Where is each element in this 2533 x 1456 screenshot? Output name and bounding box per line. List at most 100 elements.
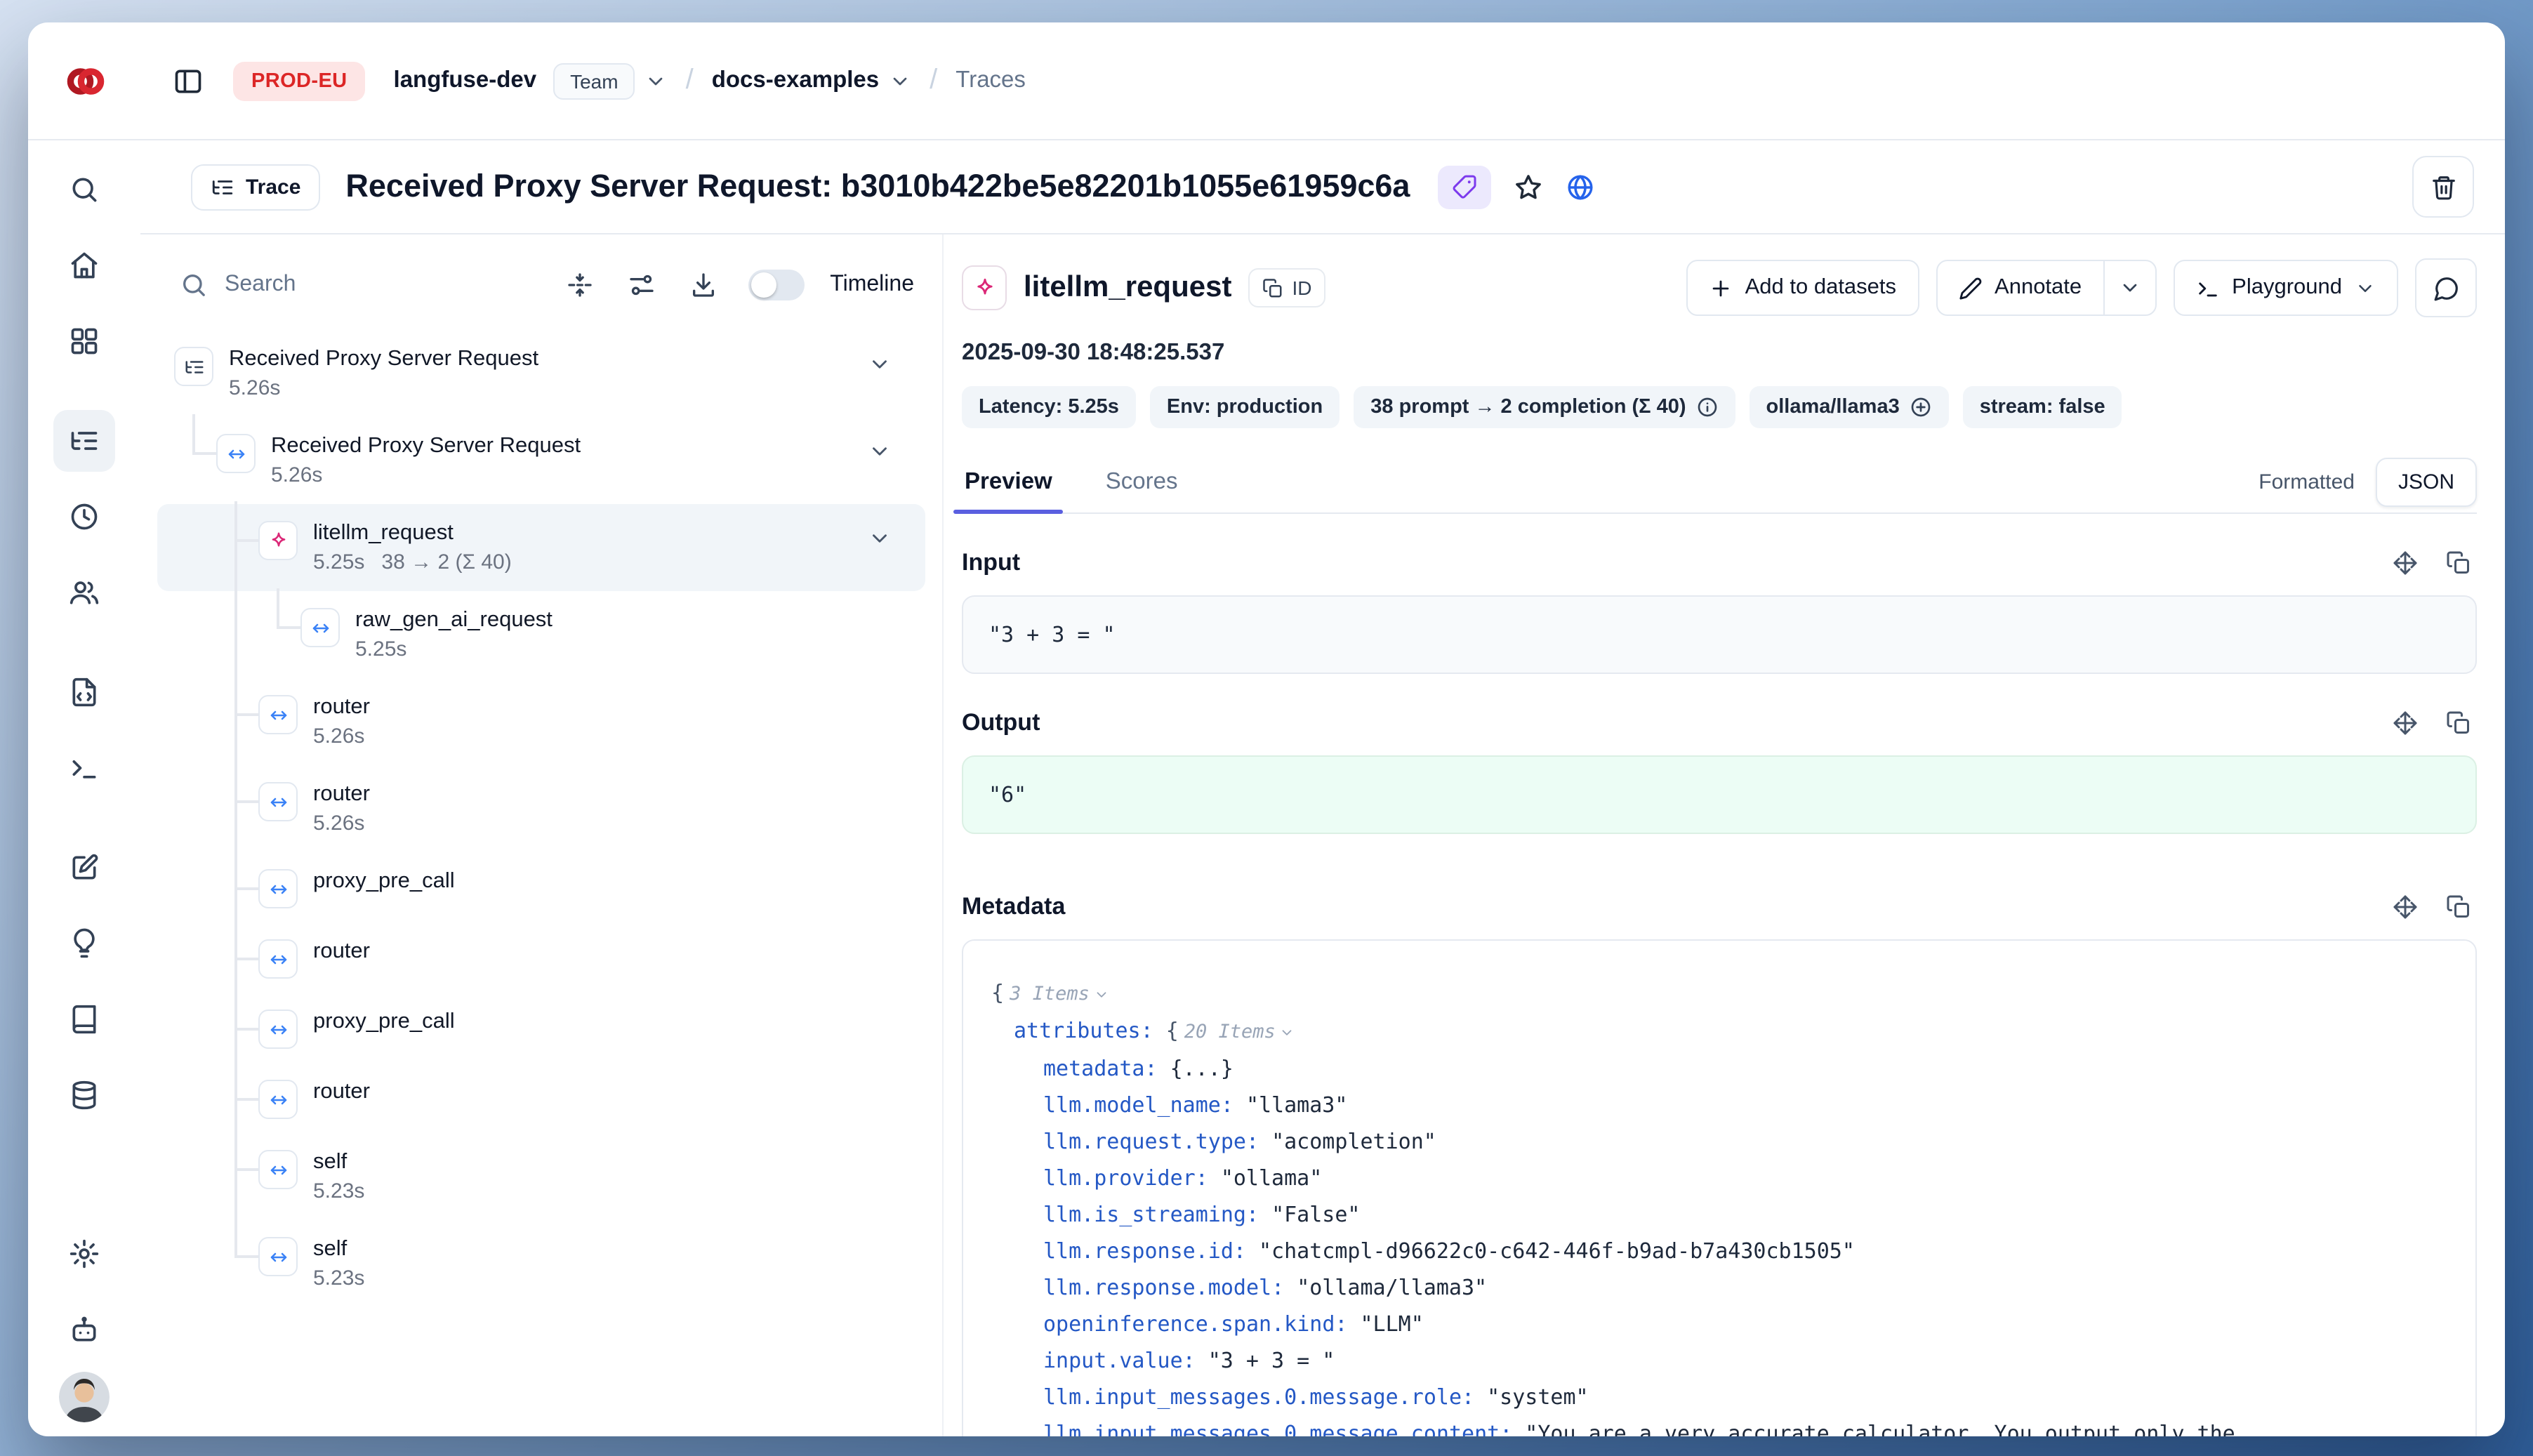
plus-circle-icon[interactable] <box>1910 396 1932 418</box>
copy-icon <box>1262 277 1283 298</box>
user-avatar[interactable] <box>59 1372 110 1422</box>
delete-trace-button[interactable] <box>2412 156 2474 218</box>
langfuse-logo[interactable] <box>65 60 107 102</box>
tree-item[interactable]: router <box>157 922 925 993</box>
tree-item[interactable]: router 5.26s <box>157 678 925 765</box>
metadata-section-title: Metadata <box>962 893 1065 921</box>
tree-item[interactable]: proxy_pre_call <box>157 993 925 1063</box>
download-button[interactable] <box>678 260 729 310</box>
collapse-all-button[interactable] <box>555 260 605 310</box>
app-window: PROD-EU langfuse-dev Team / docs-example… <box>28 22 2505 1436</box>
metadata-json-line[interactable]: llm.input_messages.0.message.role:"syste… <box>963 1379 2475 1415</box>
bookmark-button[interactable] <box>1514 172 1543 201</box>
tree-item[interactable]: self 5.23s <box>157 1133 925 1220</box>
metadata-json-line[interactable]: llm.response.model:"ollama/llama3" <box>963 1269 2475 1306</box>
tree-item[interactable]: router <box>157 1063 925 1133</box>
metadata-json-line[interactable]: llm.request.type:"acompletion" <box>963 1123 2475 1160</box>
json-toggle-button[interactable]: JSON <box>2376 457 2477 506</box>
expand-icon[interactable] <box>2393 550 2418 576</box>
nav-dashboards[interactable] <box>53 310 115 372</box>
output-content: "6" <box>962 755 2477 834</box>
chevron-down-icon <box>2118 277 2141 299</box>
tree-item-label: self <box>313 1147 364 1177</box>
database-icon <box>69 1080 100 1111</box>
tree-item-duration: 5.25s <box>355 635 406 664</box>
tree-item-selected[interactable]: litellm_request 5.25s 38 → 2 (Σ 40) <box>157 504 925 591</box>
tree-item-root[interactable]: Received Proxy Server Request 5.26s <box>157 330 925 417</box>
view-settings-button[interactable] <box>616 260 667 310</box>
observation-title: litellm_request <box>1024 271 1231 305</box>
tree-item[interactable]: router 5.26s <box>157 765 925 852</box>
metadata-json-line[interactable]: llm.provider:"ollama" <box>963 1160 2475 1196</box>
copy-icon[interactable] <box>2446 550 2471 576</box>
metadata-json-line[interactable]: {3 Items <box>963 974 2475 1012</box>
trace-title: Received Proxy Server Request: b3010b422… <box>345 168 1410 205</box>
nav-datasets[interactable] <box>53 1064 115 1126</box>
trace-type-badge: Trace <box>191 164 320 210</box>
public-share-button[interactable] <box>1566 172 1595 201</box>
org-switcher-button[interactable] <box>645 70 668 92</box>
copy-icon[interactable] <box>2446 710 2471 736</box>
span-icon <box>258 695 298 734</box>
tags-button[interactable] <box>1438 165 1491 209</box>
span-icon <box>258 782 298 821</box>
chevron-down-icon[interactable] <box>868 439 892 463</box>
tree-item[interactable]: Received Proxy Server Request 5.26s <box>157 417 925 504</box>
nav-settings[interactable] <box>53 1223 115 1285</box>
panel-left-icon <box>173 65 204 96</box>
tree-item-duration: 5.25s <box>313 548 364 577</box>
metadata-json-line[interactable]: input.value:"3 + 3 = " <box>963 1342 2475 1379</box>
metadata-json-line[interactable]: openinference.span.kind:"LLM" <box>963 1306 2475 1342</box>
tab-preview[interactable]: Preview <box>948 451 1069 512</box>
tree-item-label: proxy_pre_call <box>313 866 455 896</box>
nav-evaluation[interactable] <box>53 837 115 899</box>
nav-users[interactable] <box>53 562 115 623</box>
nav-search[interactable] <box>53 159 115 220</box>
list-tree-icon <box>69 425 100 456</box>
timeline-toggle[interactable] <box>748 270 805 300</box>
nav-insights[interactable] <box>53 913 115 974</box>
chevron-down-icon[interactable] <box>868 352 892 376</box>
section-breadcrumb[interactable]: Traces <box>955 67 1026 94</box>
project-switcher-button[interactable] <box>889 70 911 92</box>
project-breadcrumb[interactable]: docs-examples <box>712 67 879 94</box>
nav-prompts[interactable] <box>53 661 115 723</box>
metadata-json-line[interactable]: llm.input_messages.0.message.content:"Yo… <box>963 1415 2475 1436</box>
chevron-down-icon <box>645 70 668 92</box>
sidebar-toggle-button[interactable] <box>163 55 213 106</box>
metadata-json-viewer: {3 Items attributes:{20 Items metadata:{… <box>962 939 2477 1436</box>
nav-support[interactable] <box>53 1299 115 1361</box>
tree-item[interactable]: self 5.23s <box>157 1220 925 1307</box>
nav-traces[interactable] <box>53 410 115 472</box>
info-icon[interactable] <box>1696 396 1719 418</box>
metadata-json-line[interactable]: metadata:{...} <box>963 1050 2475 1087</box>
nav-sessions[interactable] <box>53 486 115 548</box>
copy-id-button[interactable]: ID <box>1248 268 1325 307</box>
playground-button[interactable]: Playground <box>2173 260 2398 316</box>
metadata-json-line[interactable]: llm.response.id:"chatcmpl-d96622c0-c642-… <box>963 1233 2475 1269</box>
metadata-json-line[interactable]: llm.is_streaming:"False" <box>963 1196 2475 1233</box>
annotate-dropdown-button[interactable] <box>2103 261 2155 315</box>
nav-playground[interactable] <box>53 737 115 799</box>
comments-button[interactable] <box>2415 258 2477 317</box>
chevron-down-icon[interactable] <box>868 527 892 550</box>
breadcrumb-separator: / <box>930 65 937 97</box>
metadata-json-line[interactable]: attributes:{20 Items <box>963 1012 2475 1050</box>
add-to-datasets-button[interactable]: Add to datasets <box>1686 260 1919 316</box>
file-code-icon <box>69 677 100 708</box>
metadata-json-line[interactable]: llm.model_name:"llama3" <box>963 1087 2475 1123</box>
tree-item[interactable]: proxy_pre_call <box>157 852 925 922</box>
annotate-button[interactable]: Annotate <box>1937 261 2103 315</box>
tree-item-duration: 5.23s <box>313 1264 364 1293</box>
tree-item[interactable]: raw_gen_ai_request 5.25s <box>157 591 925 678</box>
tab-scores[interactable]: Scores <box>1089 451 1195 512</box>
nav-home[interactable] <box>53 234 115 296</box>
expand-icon[interactable] <box>2393 894 2418 920</box>
search-input[interactable] <box>222 271 438 299</box>
nav-annotation[interactable] <box>53 988 115 1050</box>
expand-icon[interactable] <box>2393 710 2418 736</box>
formatted-toggle-button[interactable]: Formatted <box>2240 458 2373 505</box>
environment-badge: PROD-EU <box>233 61 366 100</box>
copy-icon[interactable] <box>2446 894 2471 920</box>
org-breadcrumb[interactable]: langfuse-dev <box>394 67 537 94</box>
